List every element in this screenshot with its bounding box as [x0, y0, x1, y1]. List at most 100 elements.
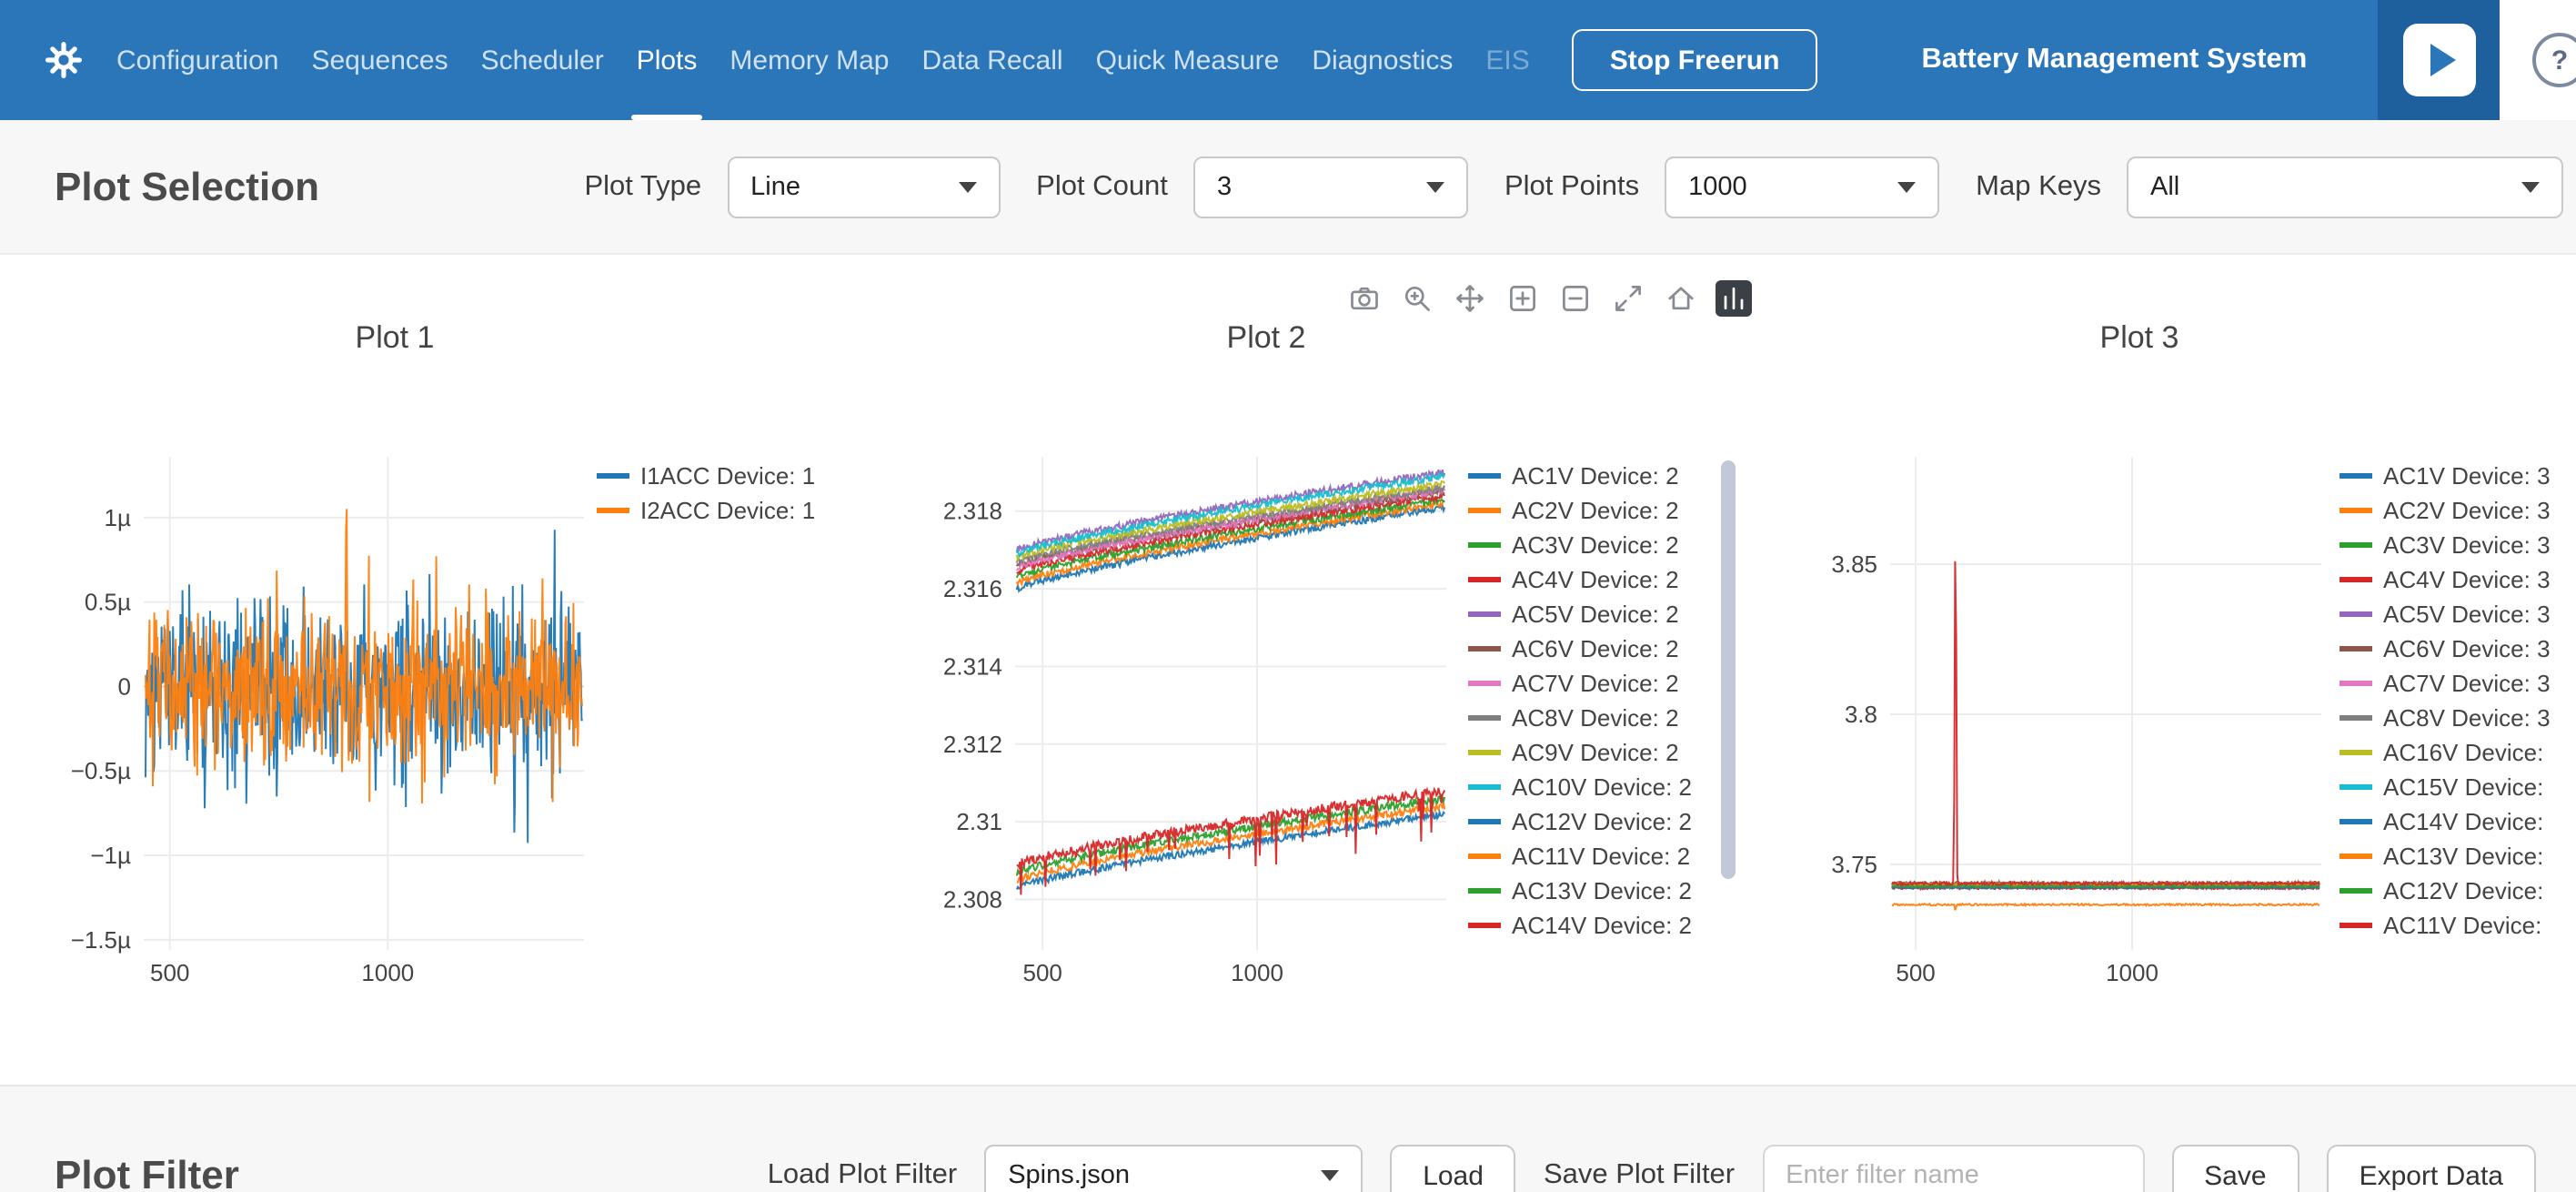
plot-selection-heading: Plot Selection [55, 163, 319, 210]
nav-item-data-recall[interactable]: Data Recall [921, 0, 1062, 120]
legend-swatch [2340, 924, 2372, 928]
legend-item[interactable]: AC16V Device: [2340, 735, 2551, 770]
legend-item[interactable]: AC3V Device: 2 [1468, 528, 1692, 562]
stop-freerun-button[interactable]: Stop Freerun [1572, 29, 1818, 91]
legend-swatch [1468, 474, 1501, 479]
help-button[interactable]: ? [2532, 33, 2576, 87]
legend-label: AC8V Device: 2 [1512, 704, 1679, 732]
legend-item[interactable]: AC6V Device: 2 [1468, 631, 1692, 666]
svg-text:500: 500 [1896, 959, 1935, 986]
legend-item[interactable]: AC11V Device: 2 [1468, 839, 1692, 874]
nav-item-diagnostics[interactable]: Diagnostics [1312, 0, 1453, 120]
legend-swatch [2340, 854, 2372, 859]
chart-canvas-2[interactable]: 50010002.3182.3162.3142.3122.312.308 [931, 442, 1481, 992]
load-button[interactable]: Load [1390, 1145, 1516, 1192]
app-root: Configuration Sequences Scheduler Plots Memo… [0, 0, 2576, 1192]
save-button[interactable]: Save [2171, 1145, 2299, 1192]
chevron-down-icon [2521, 181, 2540, 192]
legend-item[interactable]: AC7V Device: 3 [2340, 666, 2551, 701]
legend-label: AC1V Device: 2 [1512, 462, 1679, 490]
legend-swatch [2340, 716, 2372, 721]
legend-item[interactable]: AC12V Device: 2 [1468, 804, 1692, 839]
legend-scrollbar[interactable] [1721, 460, 1736, 879]
legend-label: AC11V Device: [2383, 912, 2541, 939]
control-label: Map Keys [1976, 170, 2101, 203]
legend-item[interactable]: I2ACC Device: 1 [597, 493, 815, 528]
chart-legend: AC1V Device: 2 AC2V Device: 2AC3V Device:… [1468, 459, 1692, 943]
legend-item[interactable]: AC12V Device: [2340, 874, 2551, 908]
legend-item[interactable]: I1ACC Device: 1 [597, 459, 815, 493]
legend-item[interactable]: AC1V Device: 2 [1468, 459, 1692, 493]
legend-item[interactable]: AC6V Device: 3 [2340, 631, 2551, 666]
filter-name-input[interactable] [1762, 1145, 2144, 1192]
legend-item[interactable]: AC9V Device: 2 [1468, 735, 1692, 770]
gear-icon[interactable] [42, 38, 86, 82]
control-group: Plot Points1000 [1504, 156, 1939, 217]
nav-item-plots[interactable]: Plots [637, 0, 698, 120]
svg-text:−0.5µ: −0.5µ [71, 757, 131, 784]
legend-swatch [2340, 647, 2372, 652]
legend-label: AC11V Device: 2 [1512, 843, 1690, 870]
legend-swatch [2340, 785, 2372, 790]
pan-icon[interactable] [1452, 280, 1488, 317]
legend-item[interactable]: AC1V Device: 3 [2340, 459, 2551, 493]
chart-canvas-1[interactable]: 50010001µ0.5µ0−0.5µ−1µ−1.5µ [51, 442, 622, 992]
dropdown-map-keys[interactable]: All [2127, 156, 2563, 217]
legend-item[interactable]: AC15V Device: [2340, 770, 2551, 804]
toggle-spikelines-icon[interactable] [1716, 280, 1752, 317]
dropdown-map-keys-value: All [2150, 172, 2179, 201]
legend-label: AC5V Device: 2 [1512, 601, 1679, 628]
legend-item[interactable]: AC4V Device: 2 [1468, 562, 1692, 597]
dropdown-plot-count[interactable]: 3 [1193, 156, 1468, 217]
legend-item[interactable]: AC11V Device: [2340, 908, 2551, 943]
legend-label: AC4V Device: 3 [2383, 566, 2551, 593]
legend-item[interactable]: AC8V Device: 3 [2340, 701, 2551, 735]
legend-item[interactable]: AC2V Device: 3 [2340, 493, 2551, 528]
legend-item[interactable]: AC8V Device: 2 [1468, 701, 1692, 735]
legend-item[interactable]: AC7V Device: 2 [1468, 666, 1692, 701]
reset-axes-icon[interactable] [1663, 280, 1699, 317]
play-button[interactable] [2402, 24, 2475, 96]
nav-item-scheduler[interactable]: Scheduler [481, 0, 604, 120]
legend-item[interactable]: AC14V Device: 2 [1468, 908, 1692, 943]
legend-swatch [1468, 924, 1501, 928]
nav-item-sequences[interactable]: Sequences [311, 0, 448, 120]
nav-item-configuration[interactable]: Configuration [116, 0, 278, 120]
autoscale-icon[interactable] [1610, 280, 1646, 317]
svg-text:1000: 1000 [1231, 959, 1283, 986]
load-filter-label: Load Plot Filter [768, 1159, 958, 1192]
zoom-icon[interactable] [1399, 280, 1435, 317]
nav-item-quick-measure[interactable]: Quick Measure [1096, 0, 1280, 120]
legend-item[interactable]: AC5V Device: 2 [1468, 597, 1692, 631]
legend-item[interactable]: AC4V Device: 3 [2340, 562, 2551, 597]
app-title: Battery Management System [1921, 44, 2307, 76]
zoom-in-icon[interactable] [1504, 280, 1541, 317]
dropdown-plot-type[interactable]: Line [727, 156, 1000, 217]
legend-swatch [2340, 474, 2372, 479]
legend-item[interactable]: AC13V Device: [2340, 839, 2551, 874]
nav-items: Configuration Sequences Scheduler Plots Memo… [116, 0, 1530, 120]
play-icon [2430, 44, 2455, 76]
nav-item-memory-map[interactable]: Memory Map [730, 0, 889, 120]
dropdown-plot-points-value: 1000 [1688, 172, 1747, 201]
legend-item[interactable]: AC10V Device: 2 [1468, 770, 1692, 804]
export-data-button[interactable]: Export Data [2327, 1145, 2536, 1192]
legend-label: AC12V Device: 2 [1512, 808, 1692, 835]
legend-label: AC6V Device: 2 [1512, 635, 1679, 662]
legend-item[interactable]: AC3V Device: 3 [2340, 528, 2551, 562]
camera-icon[interactable] [1346, 280, 1383, 317]
legend-swatch [597, 509, 629, 513]
legend-item[interactable]: AC13V Device: 2 [1468, 874, 1692, 908]
zoom-out-icon[interactable] [1557, 280, 1594, 317]
legend-item[interactable]: AC14V Device: [2340, 804, 2551, 839]
dropdown-plot-points[interactable]: 1000 [1665, 156, 1939, 217]
chart-canvas-3[interactable]: 50010003.853.83.75 [1806, 442, 2356, 992]
svg-text:3.8: 3.8 [1845, 701, 1877, 728]
legend-label: AC8V Device: 3 [2383, 704, 2551, 732]
legend-item[interactable]: AC5V Device: 3 [2340, 597, 2551, 631]
legend-swatch [1468, 647, 1501, 652]
nav-item-eis[interactable]: EIS [1485, 0, 1529, 120]
legend-item[interactable]: AC2V Device: 2 [1468, 493, 1692, 528]
chevron-down-icon [1321, 1170, 1339, 1181]
dropdown-load-filter[interactable]: Spins.json [984, 1145, 1363, 1192]
